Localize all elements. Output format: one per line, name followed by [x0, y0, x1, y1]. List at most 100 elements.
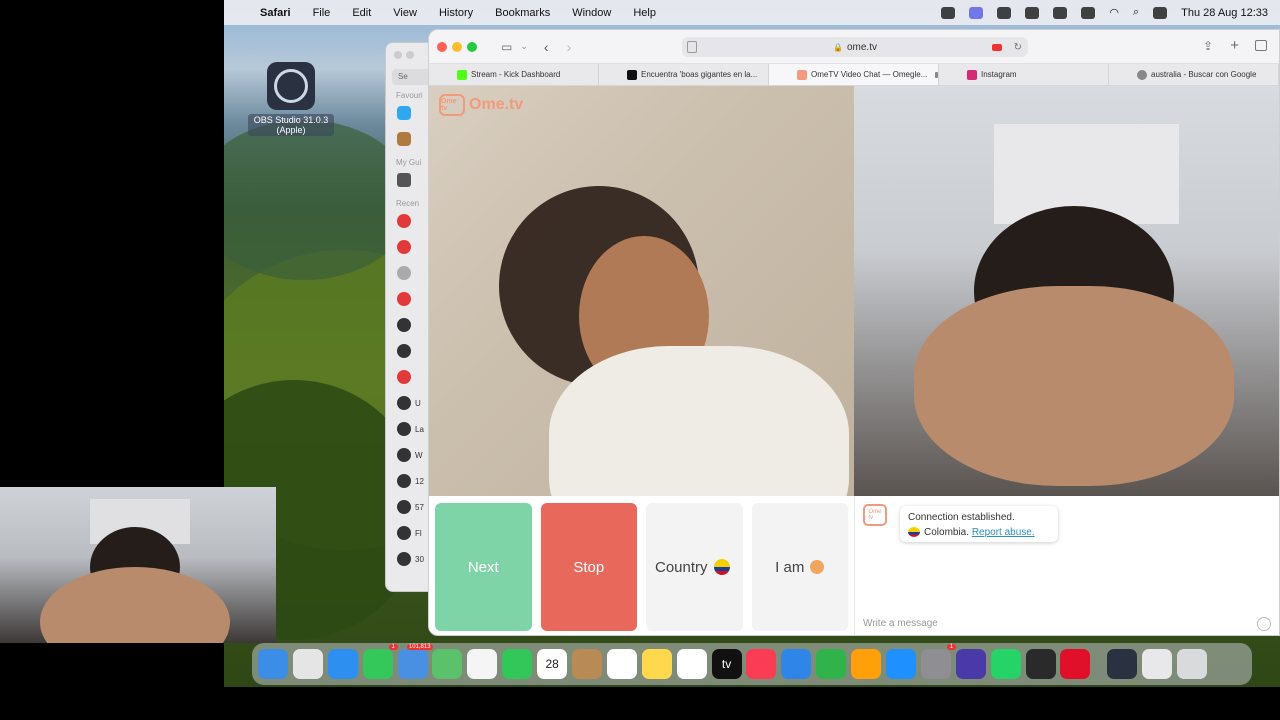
chat-controls: Next Stop Country I am: [429, 496, 854, 635]
page-info-icon[interactable]: [687, 41, 697, 53]
webcam-overlay: [0, 487, 276, 643]
menu-help[interactable]: Help: [633, 7, 656, 19]
record-status-icon[interactable]: [997, 6, 1012, 19]
search-icon[interactable]: ⌕: [1133, 6, 1139, 19]
appstore-icon[interactable]: [886, 649, 917, 679]
finder-icon[interactable]: [258, 649, 288, 679]
facetime-icon[interactable]: [502, 649, 533, 679]
obs-status-icon[interactable]: [941, 6, 956, 19]
obs-dock-icon[interactable]: [1025, 649, 1056, 679]
reminders-icon[interactable]: [606, 649, 637, 679]
route-icon: [397, 396, 411, 410]
country-button[interactable]: Country: [646, 503, 743, 631]
self-video: [854, 86, 1279, 496]
wifi-icon[interactable]: ◠: [1109, 6, 1119, 19]
tab-ometv[interactable]: OmeTV Video Chat — Omegle...: [769, 64, 939, 85]
screenshots-folder-icon[interactable]: [1142, 649, 1173, 679]
pin-icon: [397, 292, 411, 306]
affinity-icon[interactable]: [955, 649, 986, 679]
notification-badge: 101,813: [406, 644, 433, 650]
ometv-avatar-icon: Ome tv: [863, 504, 887, 526]
report-abuse-link[interactable]: Report abuse.: [972, 527, 1035, 538]
control-center-icon[interactable]: [1153, 6, 1168, 19]
zoom-window-button[interactable]: [467, 41, 477, 52]
stop-button[interactable]: Stop: [540, 503, 637, 631]
tab-kick[interactable]: Stream - Kick Dashboard: [429, 64, 599, 85]
obs-desktop-icon[interactable]: [267, 62, 315, 110]
emoji-icon[interactable]: [1257, 617, 1271, 631]
screen-share-icon[interactable]: [969, 6, 984, 19]
launchpad-icon[interactable]: [292, 649, 323, 679]
calendar-icon[interactable]: 28: [537, 649, 568, 679]
notes-icon[interactable]: [641, 649, 672, 679]
mail-icon[interactable]: 101,813: [397, 644, 433, 679]
ometv-icon: [797, 69, 807, 80]
maps-icon[interactable]: [432, 649, 463, 679]
reload-icon[interactable]: ↻: [1014, 42, 1022, 53]
stranger-video: Ome tv Ome.tv: [429, 86, 854, 566]
battery-icon[interactable]: [1081, 6, 1096, 19]
tiktok-icon: [627, 69, 637, 80]
camera-in-use-icon[interactable]: [992, 43, 1002, 51]
colombia-flag-icon: [908, 527, 920, 538]
status-menus: ◠ ⌕ Thu 28 Aug 12:33: [941, 0, 1268, 25]
whatsapp-icon[interactable]: [990, 649, 1021, 679]
chevron-down-icon[interactable]: ⌄: [520, 41, 528, 52]
pages-icon[interactable]: [851, 649, 882, 679]
contacts-icon[interactable]: [572, 649, 603, 679]
numbers-icon[interactable]: [816, 649, 847, 679]
tab-label: Stream - Kick Dashboard: [471, 70, 561, 79]
music-icon[interactable]: [746, 649, 777, 679]
opera-icon[interactable]: [1060, 649, 1091, 679]
message-input[interactable]: Write a message: [863, 618, 1273, 629]
settings-icon[interactable]: 1: [920, 644, 956, 679]
photos-icon[interactable]: [467, 649, 498, 679]
safari-window: ▭ ⌄ ‹ › 🔒 ome.tv ↻ ⇪ + Stream - Kick Das…: [428, 29, 1280, 636]
tab-google[interactable]: australia - Buscar con Google: [1109, 64, 1279, 85]
trash-icon[interactable]: [1177, 649, 1208, 679]
play-status-icon[interactable]: [1025, 6, 1040, 19]
appletv-icon[interactable]: tv: [711, 649, 742, 679]
menu-window[interactable]: Window: [572, 7, 611, 19]
address-bar[interactable]: 🔒 ome.tv ↻: [682, 37, 1028, 57]
forward-button[interactable]: ›: [567, 39, 572, 55]
share-icon[interactable]: ⇪: [1203, 39, 1213, 53]
camera-icon: [935, 71, 938, 78]
tab-instagram[interactable]: Instagram: [939, 64, 1109, 85]
i-am-button[interactable]: I am: [751, 503, 848, 631]
freeform-icon[interactable]: [676, 649, 707, 679]
tab-overview-icon[interactable]: [1255, 40, 1267, 51]
messages-icon[interactable]: 1: [362, 644, 398, 679]
menu-view[interactable]: View: [393, 7, 417, 19]
menu-history[interactable]: History: [439, 7, 473, 19]
next-button[interactable]: Next: [435, 503, 532, 631]
route-icon: [397, 344, 411, 358]
ometv-logo[interactable]: Ome tv Ome.tv: [439, 94, 523, 116]
safari-icon[interactable]: [327, 649, 358, 679]
keyboard-icon[interactable]: [1053, 6, 1068, 19]
sidebar-toggle-icon[interactable]: ▭: [501, 40, 512, 54]
obs-desktop-label: OBS Studio 31.0.3 (Apple): [248, 114, 334, 136]
menu-bookmarks[interactable]: Bookmarks: [495, 7, 550, 19]
close-window-button[interactable]: [437, 41, 447, 52]
boy-emoji-icon: [810, 560, 825, 574]
back-button[interactable]: ‹: [544, 39, 549, 55]
country-text: Colombia.: [924, 527, 970, 538]
route-icon: [397, 500, 411, 514]
tab-bar: Stream - Kick Dashboard Encuentra 'boas …: [429, 64, 1279, 86]
colombia-flag-icon: [713, 559, 730, 575]
lock-icon: 🔒: [833, 42, 843, 52]
new-tab-icon[interactable]: +: [1230, 37, 1239, 54]
address-text: ome.tv: [846, 41, 877, 53]
menu-app-name[interactable]: Safari: [260, 7, 291, 19]
ometv-logo-badge: Ome tv: [439, 94, 465, 116]
keynote-icon[interactable]: [781, 649, 812, 679]
clock[interactable]: Thu 28 Aug 12:33: [1181, 7, 1268, 19]
obs-dock-icon-2[interactable]: [1107, 649, 1138, 679]
menu-edit[interactable]: Edit: [352, 7, 371, 19]
guide-icon: [397, 173, 411, 187]
tab-tiktok[interactable]: Encuentra 'boas gigantes en la...: [599, 64, 769, 85]
menu-file[interactable]: File: [313, 7, 331, 19]
airdrop-icon: [397, 106, 411, 120]
minimize-window-button[interactable]: [452, 41, 462, 52]
